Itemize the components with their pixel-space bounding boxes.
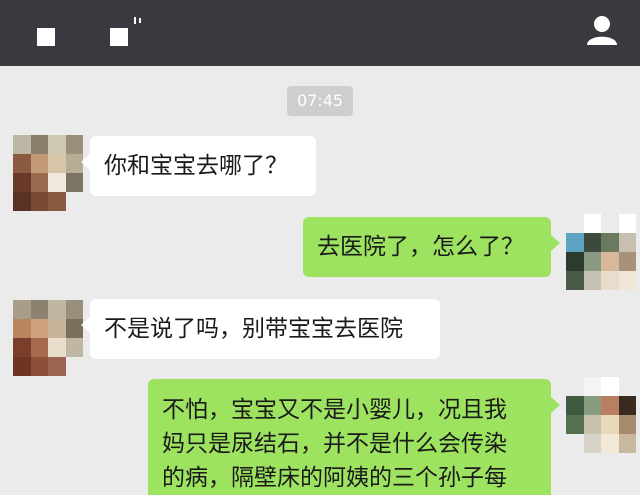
message-text-line: 的病，隔壁床的阿姨的三个孙子每	[162, 465, 507, 491]
message-text: 去医院了，怎么了？	[317, 234, 524, 260]
message-bubble[interactable]: 不是说了吗，别带宝宝去医院	[81, 299, 440, 359]
message-bubble[interactable]: 你和宝宝去哪了？	[81, 136, 316, 196]
message-text-line: 妈只是尿结石，并不是什么会传染	[162, 431, 507, 457]
avatar[interactable]	[566, 214, 636, 290]
message-text: 你和宝宝去哪了？	[104, 153, 288, 179]
bubble-tail	[551, 397, 560, 413]
message-timestamp: 07:45	[287, 86, 353, 116]
message-bubble[interactable]: 去医院了，怎么了？	[303, 217, 560, 277]
signal-icon	[134, 17, 141, 24]
bubble-tail	[551, 235, 560, 251]
app-icon[interactable]	[110, 28, 128, 46]
bubble-tail	[81, 317, 90, 333]
chat-header	[0, 0, 640, 66]
avatar[interactable]	[566, 377, 636, 453]
bubble-tail	[81, 154, 90, 170]
message-text: 不是说了吗，别带宝宝去医院	[104, 316, 403, 342]
message-text-line: 不怕，宝宝又不是小婴儿，况且我	[162, 397, 507, 423]
profile-icon[interactable]	[584, 12, 620, 48]
app-icon[interactable]	[37, 28, 55, 46]
message-bubble[interactable]: 不怕，宝宝又不是小婴儿，况且我 妈只是尿结石，并不是什么会传染 的病，隔壁床的阿…	[148, 379, 560, 495]
avatar[interactable]	[13, 300, 83, 376]
avatar[interactable]	[13, 135, 83, 211]
